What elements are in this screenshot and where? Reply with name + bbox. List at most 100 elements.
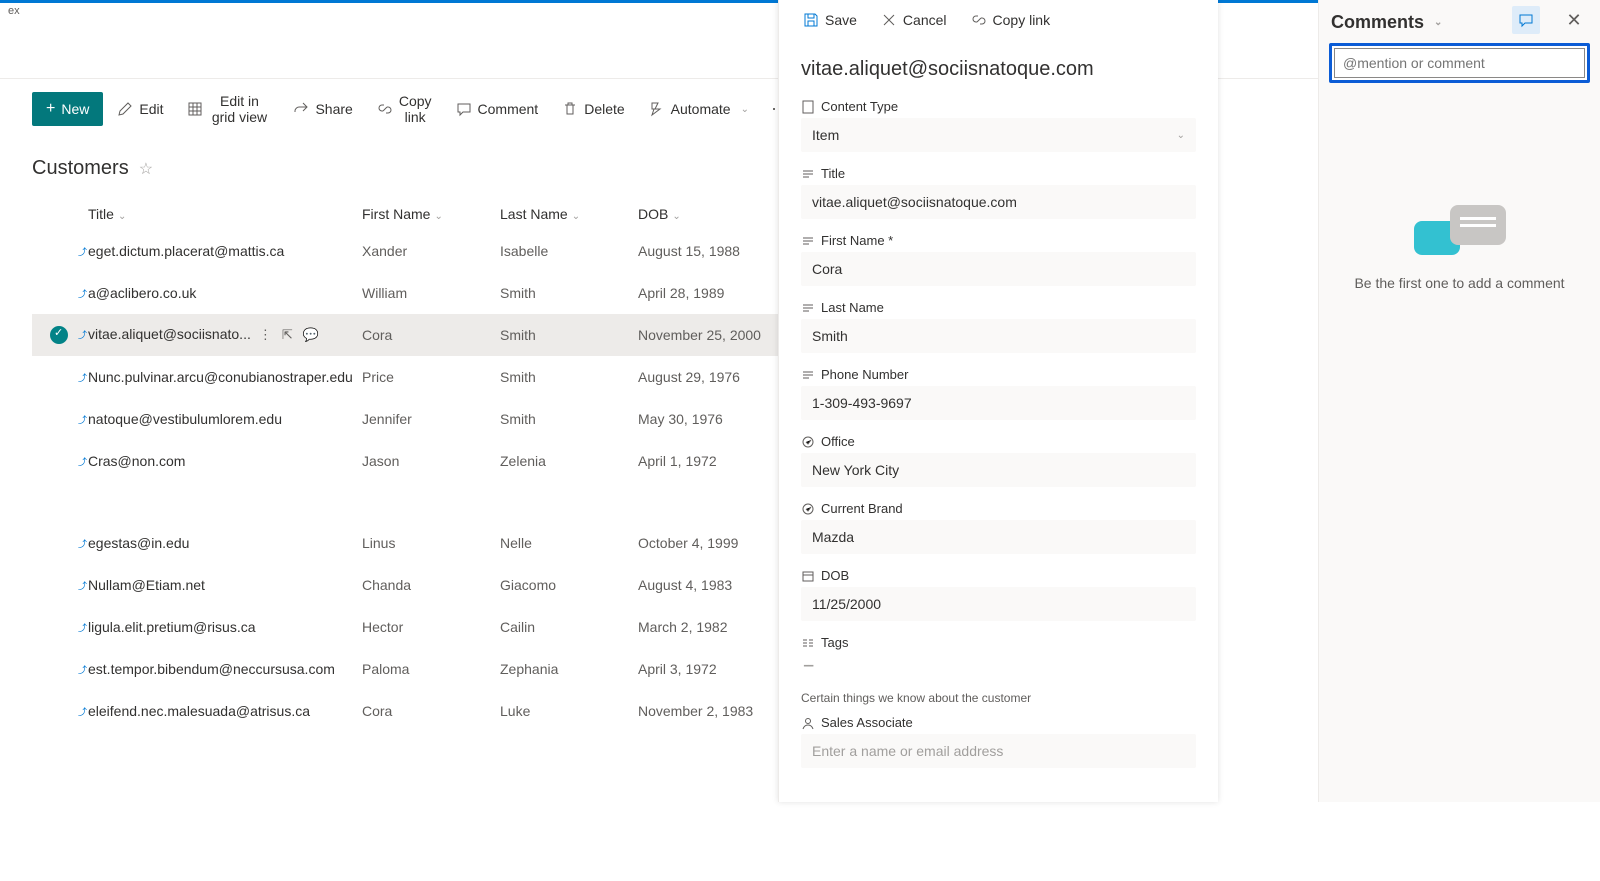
- grid-icon: [187, 101, 203, 117]
- grid-edit-button[interactable]: Edit in grid view: [177, 87, 279, 131]
- table-row[interactable]: ⤴Nullam@Etiam.netChandaGiacomoAugust 4, …: [32, 564, 798, 606]
- table-row[interactable]: ⤴Cras@non.comJasonZeleniaApril 1, 1972: [32, 440, 798, 482]
- row-title[interactable]: eleifend.nec.malesuada@atrisus.ca: [88, 703, 310, 719]
- comments-empty-text: Be the first one to add a comment: [1339, 275, 1580, 291]
- phone-field[interactable]: 1-309-493-9697: [801, 386, 1196, 420]
- office-field[interactable]: New York City: [801, 453, 1196, 487]
- row-lastname: Smith: [500, 327, 638, 343]
- col-dob[interactable]: DOB⌄: [638, 206, 798, 222]
- sales-associate-field[interactable]: Enter a name or email address: [801, 734, 1196, 768]
- row-lastname: Zelenia: [500, 453, 638, 469]
- person-icon: [801, 716, 815, 730]
- row-firstname: Jason: [362, 453, 500, 469]
- close-panel-button[interactable]: ✕: [1560, 6, 1588, 34]
- row-firstname: Paloma: [362, 661, 500, 677]
- save-button[interactable]: Save: [793, 6, 867, 34]
- copy-link-button[interactable]: Copy link: [367, 87, 442, 131]
- row-title[interactable]: est.tempor.bibendum@neccursusa.com: [88, 661, 335, 677]
- row-firstname: Hector: [362, 619, 500, 635]
- row-title[interactable]: Nullam@Etiam.net: [88, 577, 205, 593]
- row-title[interactable]: vitae.aliquet@sociisnato...: [88, 326, 251, 342]
- dob-field[interactable]: 11/25/2000: [801, 587, 1196, 621]
- row-dob: August 29, 1976: [638, 369, 798, 385]
- choice-icon: [801, 435, 815, 449]
- share-icon: [293, 101, 309, 117]
- new-button[interactable]: +New: [32, 92, 103, 126]
- table-row[interactable]: ⤴natoque@vestibulumlorem.eduJenniferSmit…: [32, 398, 798, 440]
- delete-button[interactable]: Delete: [552, 95, 634, 123]
- brand-field[interactable]: Mazda: [801, 520, 1196, 554]
- comments-panel: ✕ Comments ⌄ Be the first one to add a c…: [1318, 0, 1600, 802]
- comments-title: Comments: [1331, 12, 1424, 33]
- favorite-star-icon[interactable]: ☆: [139, 159, 153, 179]
- panel-copy-link-button[interactable]: Copy link: [961, 6, 1061, 34]
- row-firstname: Chanda: [362, 577, 500, 593]
- row-dob: April 1, 1972: [638, 453, 798, 469]
- cancel-icon: [881, 12, 897, 28]
- row-lastname: Luke: [500, 703, 638, 719]
- title-field[interactable]: vitae.aliquet@sociisnatoque.com: [801, 185, 1196, 219]
- row-firstname: Cora: [362, 327, 500, 343]
- chevron-down-icon[interactable]: ⌄: [1434, 17, 1442, 28]
- section-note: Certain things we know about the custome…: [801, 691, 1196, 705]
- row-lastname: Nelle: [500, 535, 638, 551]
- row-lastname: Smith: [500, 411, 638, 427]
- row-title[interactable]: eget.dictum.placerat@mattis.ca: [88, 243, 284, 259]
- comments-empty-icon: [1339, 205, 1580, 255]
- row-dob: May 30, 1976: [638, 411, 798, 427]
- calendar-icon: [801, 569, 815, 583]
- comments-toggle-icon[interactable]: [1512, 6, 1540, 34]
- list-header: Title⌄ First Name⌄ Last Name⌄ DOB⌄: [32, 198, 798, 230]
- row-select-checkbox[interactable]: [50, 326, 68, 344]
- firstname-field[interactable]: Cora: [801, 252, 1196, 286]
- table-row[interactable]: ⤴eget.dictum.placerat@mattis.caXanderIsa…: [32, 230, 798, 272]
- tags-icon: [801, 636, 815, 650]
- table-row[interactable]: ⤴egestas@in.eduLinusNelleOctober 4, 1999: [32, 522, 798, 564]
- row-title[interactable]: egestas@in.edu: [88, 535, 189, 551]
- content-type-select[interactable]: Item⌄: [801, 118, 1196, 152]
- col-title[interactable]: Title⌄: [82, 206, 362, 222]
- row-title[interactable]: natoque@vestibulumlorem.edu: [88, 411, 282, 427]
- choice-icon: [801, 502, 815, 516]
- comment-button[interactable]: Comment: [446, 95, 549, 123]
- lastname-field[interactable]: Smith: [801, 319, 1196, 353]
- edit-button[interactable]: Edit: [107, 95, 173, 123]
- table-row[interactable]: ⤴ligula.elit.pretium@risus.caHectorCaili…: [32, 606, 798, 648]
- save-icon: [803, 12, 819, 28]
- comment-icon: [456, 101, 472, 117]
- row-title[interactable]: Nunc.pulvinar.arcu@conubianostraper.edu: [88, 369, 353, 385]
- table-row[interactable]: ⤴eleifend.nec.malesuada@atrisus.caCoraLu…: [32, 690, 798, 732]
- command-bar: +New Edit Edit in grid view Share Copy l…: [32, 79, 798, 145]
- table-row[interactable]: ⤴est.tempor.bibendum@neccursusa.comPalom…: [32, 648, 798, 690]
- row-comment-icon[interactable]: 💬: [303, 327, 319, 343]
- link-icon: [377, 101, 393, 117]
- row-dob: March 2, 1982: [638, 619, 798, 635]
- tags-field[interactable]: --: [801, 654, 1196, 677]
- col-firstname[interactable]: First Name⌄: [362, 206, 500, 222]
- text-icon: [801, 368, 815, 382]
- row-dob: April 3, 1972: [638, 661, 798, 677]
- list-title: Customers: [32, 157, 129, 180]
- automate-button[interactable]: Automate⌄: [639, 95, 759, 123]
- table-row[interactable]: ⤴a@aclibero.co.ukWilliamSmithApril 28, 1…: [32, 272, 798, 314]
- table-row[interactable]: ⤴Nunc.pulvinar.arcu@conubianostraper.edu…: [32, 356, 798, 398]
- row-dob: August 4, 1983: [638, 577, 798, 593]
- cancel-button[interactable]: Cancel: [871, 6, 957, 34]
- share-button[interactable]: Share: [283, 95, 362, 123]
- comment-input[interactable]: [1334, 48, 1585, 78]
- row-title[interactable]: a@aclibero.co.uk: [88, 285, 196, 301]
- col-lastname[interactable]: Last Name⌄: [500, 206, 638, 222]
- table-row[interactable]: ⤴vitae.aliquet@sociisnato...⋮⇱💬CoraSmith…: [32, 314, 798, 356]
- list-area: +New Edit Edit in grid view Share Copy l…: [0, 79, 800, 881]
- row-dob: August 15, 1988: [638, 243, 798, 259]
- row-title[interactable]: Cras@non.com: [88, 453, 185, 469]
- comment-input-highlight: [1329, 43, 1590, 83]
- item-heading: vitae.aliquet@sociisnatoque.com: [801, 58, 1196, 81]
- list-body: ⤴eget.dictum.placerat@mattis.caXanderIsa…: [32, 230, 798, 732]
- row-firstname: Jennifer: [362, 411, 500, 427]
- row-share-icon[interactable]: ⇱: [282, 327, 293, 343]
- row-firstname: Xander: [362, 243, 500, 259]
- row-title[interactable]: ligula.elit.pretium@risus.ca: [88, 619, 256, 635]
- row-lastname: Giacomo: [500, 577, 638, 593]
- row-more-icon[interactable]: ⋮: [259, 327, 272, 343]
